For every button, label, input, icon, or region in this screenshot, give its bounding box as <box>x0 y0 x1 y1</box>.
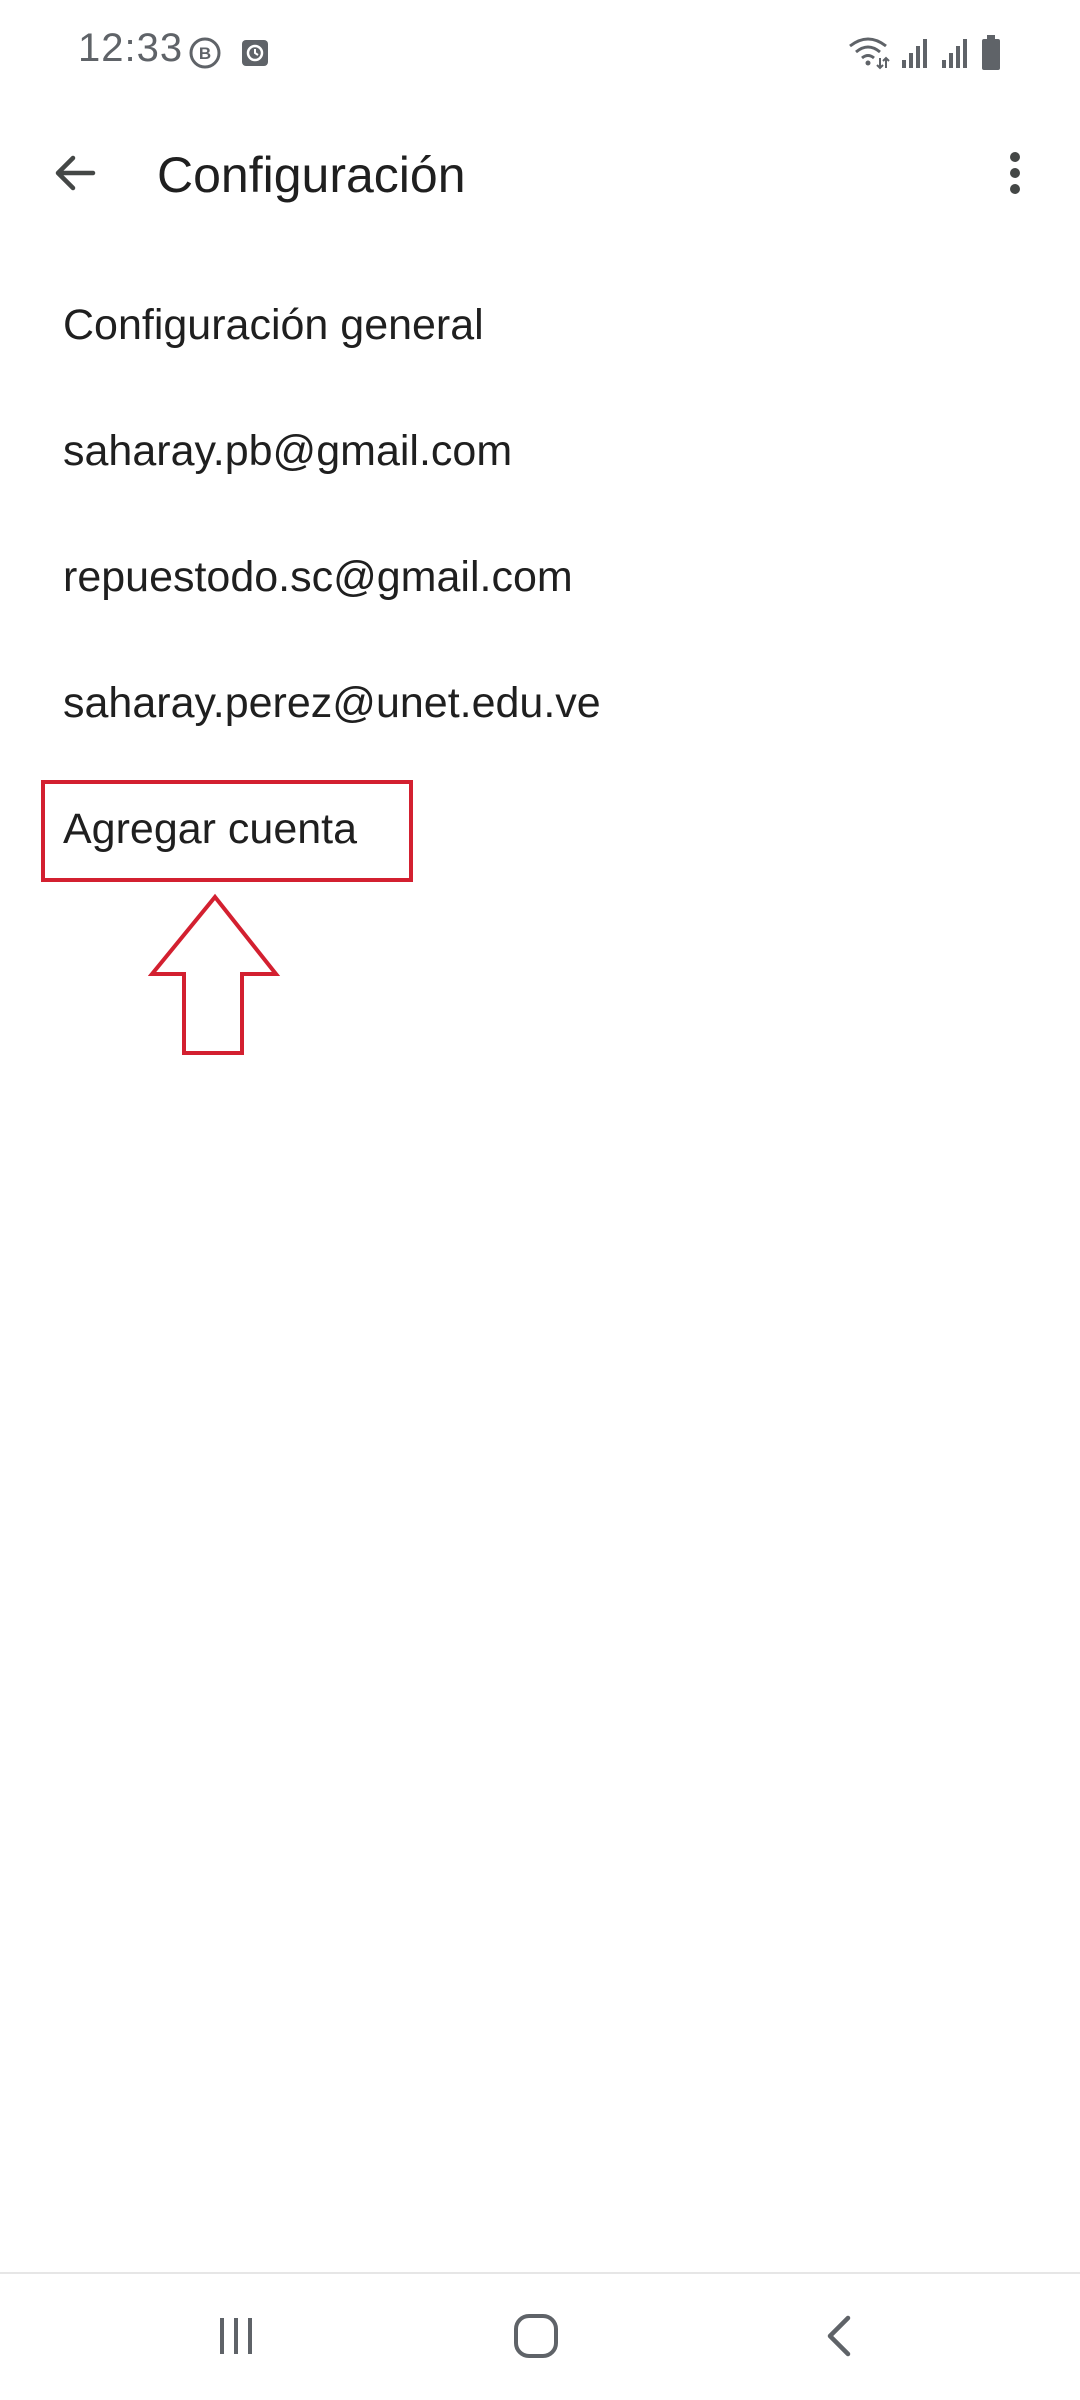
svg-text:B: B <box>199 44 211 63</box>
settings-item-account[interactable]: repuestodo.sc@gmail.com <box>0 514 1080 640</box>
bixby-icon: B <box>188 36 222 75</box>
recents-icon <box>214 2314 258 2363</box>
settings-list: Configuración general saharay.pb@gmail.c… <box>0 262 1080 892</box>
status-bar: 12:33 B <box>0 0 1080 110</box>
home-icon <box>512 2312 560 2365</box>
page-title: Configuración <box>157 147 466 203</box>
signal-icon <box>940 36 970 75</box>
more-vert-icon <box>1005 149 1025 202</box>
settings-item-account[interactable]: saharay.pb@gmail.com <box>0 388 1080 514</box>
navigation-bar <box>0 2272 1080 2400</box>
wifi-icon <box>846 34 890 77</box>
signal-icon <box>900 36 930 75</box>
home-button[interactable] <box>496 2298 576 2378</box>
arrow-back-icon <box>51 149 99 202</box>
add-account-button[interactable]: Agregar cuenta <box>0 766 1080 892</box>
status-left-icons: B <box>188 36 270 75</box>
settings-item-general[interactable]: Configuración general <box>0 262 1080 388</box>
annotation-arrow-up-icon <box>147 893 282 1058</box>
recents-button[interactable] <box>196 2298 276 2378</box>
status-right-icons <box>846 34 1002 77</box>
back-button[interactable] <box>36 136 114 214</box>
more-options-button[interactable] <box>976 136 1054 214</box>
clock-app-icon <box>240 38 270 73</box>
screen: 12:33 B Configuración Configuración gene… <box>0 0 1080 2400</box>
settings-item-account[interactable]: saharay.perez@unet.edu.ve <box>0 640 1080 766</box>
back-icon <box>818 2312 862 2365</box>
status-time: 12:33 <box>78 26 184 70</box>
battery-icon <box>980 34 1002 77</box>
nav-back-button[interactable] <box>800 2298 880 2378</box>
app-bar: Configuración <box>0 110 1080 240</box>
